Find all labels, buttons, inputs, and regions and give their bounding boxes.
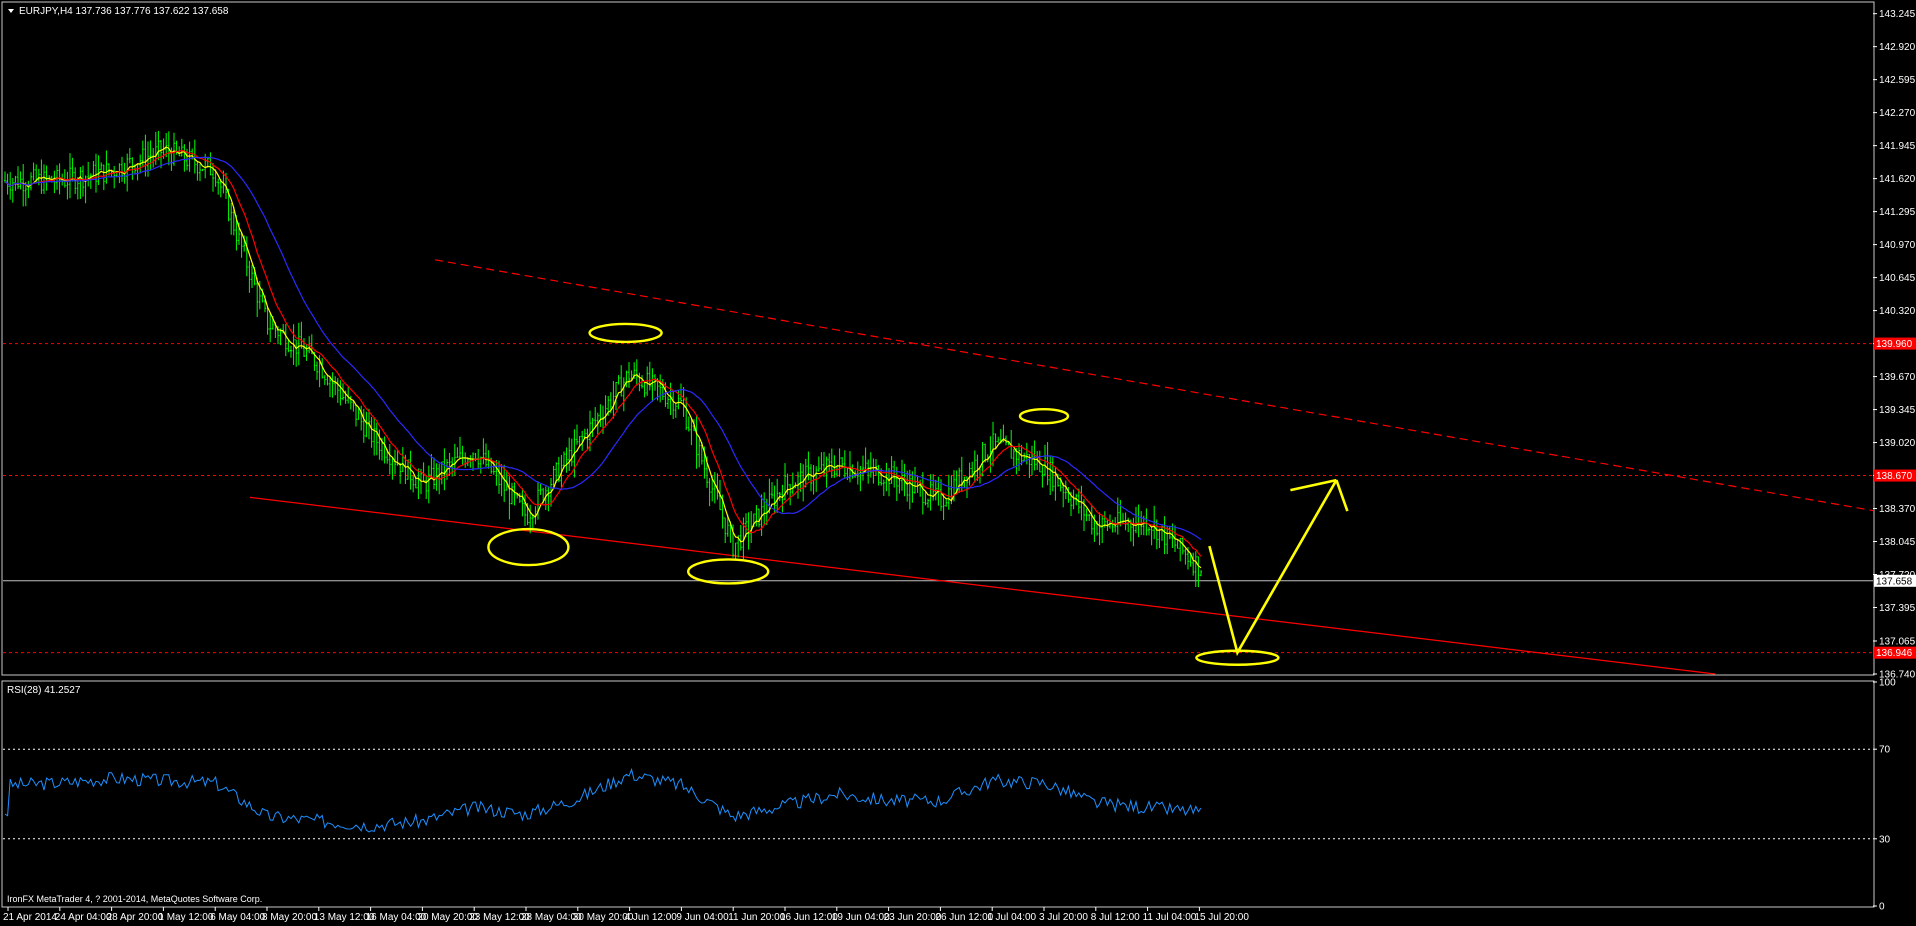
price-tick-label: 141.945 [1879, 141, 1916, 152]
time-tick-label: 24 Apr 04:00 [55, 912, 112, 923]
current-price-label: 137.658 [1876, 576, 1913, 587]
price-tick-label: 138.370 [1879, 504, 1916, 515]
time-tick-label: 19 Jun 04:00 [832, 912, 890, 923]
level-label: 139.960 [1876, 339, 1913, 350]
time-tick-label: 15 Jul 20:00 [1194, 912, 1249, 923]
price-tick-label: 139.670 [1879, 372, 1916, 383]
rsi-title: RSI(28) 41.2527 [7, 685, 81, 696]
price-tick-label: 138.045 [1879, 537, 1916, 548]
price-tick-label: 139.020 [1879, 438, 1916, 449]
rsi-tick-label: 100 [1879, 678, 1896, 689]
time-tick-label: 28 Apr 20:00 [107, 912, 164, 923]
time-tick-label: 11 Jul 04:00 [1143, 912, 1197, 923]
time-tick-label: 8 Jul 12:00 [1091, 912, 1140, 923]
price-tick-label: 137.065 [1879, 637, 1916, 648]
rsi-tick-label: 70 [1879, 745, 1891, 756]
symbol-header: EURJPY,H4 137.736 137.776 137.622 137.65… [19, 6, 229, 17]
time-tick-label: 4 Jun 12:00 [625, 912, 678, 923]
time-tick-label: 1 Jul 04:00 [987, 912, 1036, 923]
price-tick-label: 139.345 [1879, 405, 1916, 416]
price-axis: 143.245 142.920 142.595 142.270 141.945 141.6… [1873, 9, 1916, 681]
level-label: 136.946 [1876, 648, 1913, 659]
level-label: 138.670 [1876, 471, 1913, 482]
time-tick-label: 8 May 20:00 [262, 912, 317, 923]
price-tick-label: 142.270 [1879, 108, 1916, 119]
price-tick-label: 140.645 [1879, 273, 1916, 284]
time-tick-label: 26 Jun 12:00 [935, 912, 993, 923]
time-tick-label: 1 May 12:00 [158, 912, 213, 923]
copyright-footer: IronFX MetaTrader 4, ? 2001-2014, MetaQu… [7, 894, 262, 904]
time-tick-label: 9 Jun 04:00 [676, 912, 729, 923]
rsi-tick-label: 30 [1879, 834, 1891, 845]
price-tick-label: 141.295 [1879, 207, 1916, 218]
rsi-tick-label: 0 [1879, 902, 1885, 913]
time-tick-label: 11 Jun 20:00 [728, 912, 786, 923]
price-tick-label: 142.595 [1879, 75, 1916, 86]
price-tick-label: 137.395 [1879, 603, 1916, 614]
price-tick-label: 141.620 [1879, 174, 1916, 185]
price-tick-label: 143.245 [1879, 9, 1916, 20]
time-tick-label: 16 Jun 12:00 [780, 912, 838, 923]
time-tick-label: 21 Apr 2014 [3, 912, 57, 923]
price-tick-label: 142.920 [1879, 42, 1916, 53]
time-tick-label: 3 Jul 20:00 [1039, 912, 1088, 923]
chart-background [0, 0, 1916, 926]
time-tick-label: 23 Jun 20:00 [884, 912, 942, 923]
price-tick-label: 140.970 [1879, 240, 1916, 251]
chart-canvas: 143.245 142.920 142.595 142.270 141.945 141.6… [0, 0, 1916, 926]
time-tick-label: 6 May 04:00 [210, 912, 265, 923]
price-tick-label: 140.320 [1879, 306, 1916, 317]
